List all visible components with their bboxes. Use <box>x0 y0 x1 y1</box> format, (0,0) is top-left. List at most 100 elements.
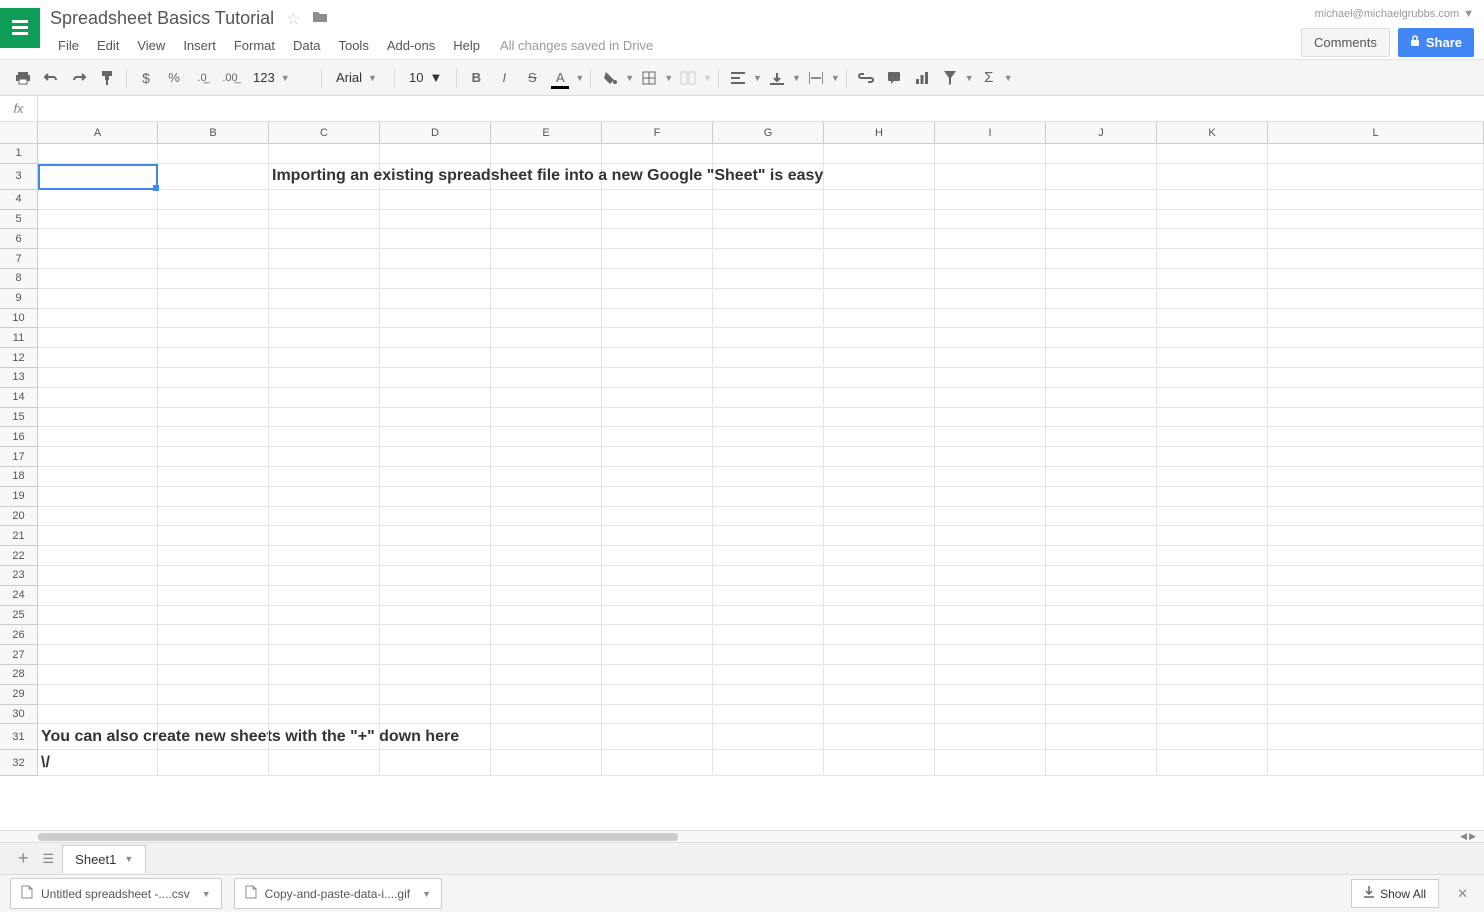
font-family-dropdown[interactable]: Arial▼ <box>328 70 388 85</box>
show-all-downloads-button[interactable]: Show All <box>1351 879 1439 908</box>
cell[interactable] <box>935 328 1046 348</box>
cell[interactable] <box>380 289 491 309</box>
cell[interactable] <box>491 724 602 750</box>
cell[interactable] <box>491 526 602 546</box>
cell[interactable] <box>491 566 602 586</box>
cell[interactable] <box>158 685 269 705</box>
text-wrap-icon[interactable] <box>803 65 829 91</box>
cell[interactable] <box>158 507 269 527</box>
cell[interactable] <box>1046 427 1157 447</box>
cell[interactable] <box>38 269 158 289</box>
col-header-C[interactable]: C <box>269 122 380 143</box>
cell[interactable] <box>491 665 602 685</box>
cell[interactable] <box>38 487 158 507</box>
cell[interactable] <box>824 388 935 408</box>
row-header[interactable]: 11 <box>0 328 38 348</box>
cell[interactable] <box>158 625 269 645</box>
col-header-L[interactable]: L <box>1268 122 1484 143</box>
cell[interactable] <box>1157 750 1268 776</box>
sheets-logo-icon[interactable] <box>0 8 40 48</box>
row-header[interactable]: 18 <box>0 467 38 487</box>
cell[interactable] <box>602 507 713 527</box>
vertical-align-icon[interactable] <box>764 65 790 91</box>
cell[interactable] <box>491 368 602 388</box>
cell[interactable] <box>824 507 935 527</box>
cell[interactable] <box>1157 467 1268 487</box>
cell[interactable] <box>713 408 824 428</box>
cell[interactable] <box>158 546 269 566</box>
font-size-dropdown[interactable]: 10▼ <box>401 70 450 85</box>
cell[interactable] <box>38 408 158 428</box>
cell[interactable] <box>269 427 380 447</box>
strikethrough-icon[interactable]: S <box>519 65 545 91</box>
cell[interactable] <box>602 645 713 665</box>
cell[interactable] <box>1157 685 1268 705</box>
cell[interactable] <box>380 546 491 566</box>
merge-cells-icon[interactable] <box>675 65 701 91</box>
scroll-right-icon[interactable]: ▶ <box>1469 831 1476 842</box>
cell[interactable] <box>269 724 380 750</box>
cell[interactable] <box>824 526 935 546</box>
cell[interactable] <box>935 427 1046 447</box>
cell[interactable] <box>1157 625 1268 645</box>
cell[interactable] <box>158 368 269 388</box>
row-header[interactable]: 10 <box>0 309 38 329</box>
cell[interactable] <box>935 447 1046 467</box>
row-header[interactable]: 30 <box>0 705 38 725</box>
undo-icon[interactable] <box>38 65 64 91</box>
cell[interactable] <box>38 328 158 348</box>
cell[interactable] <box>824 625 935 645</box>
cell[interactable] <box>1268 164 1484 190</box>
cell[interactable] <box>380 309 491 329</box>
row-header[interactable]: 20 <box>0 507 38 527</box>
cell[interactable] <box>1046 487 1157 507</box>
cell[interactable] <box>1157 289 1268 309</box>
cell[interactable] <box>824 645 935 665</box>
row-header[interactable]: 26 <box>0 625 38 645</box>
cell[interactable] <box>1157 487 1268 507</box>
cell[interactable] <box>824 249 935 269</box>
download-item[interactable]: Copy-and-paste-data-i....gif ▼ <box>234 878 442 909</box>
cell[interactable] <box>1046 229 1157 249</box>
sheet-tab[interactable]: Sheet1 ▼ <box>62 845 146 873</box>
cell[interactable] <box>935 388 1046 408</box>
cell[interactable] <box>380 487 491 507</box>
cell[interactable] <box>935 348 1046 368</box>
cell[interactable] <box>935 309 1046 329</box>
cell[interactable] <box>38 645 158 665</box>
cell[interactable] <box>1157 348 1268 368</box>
cell[interactable] <box>38 625 158 645</box>
cell[interactable] <box>713 269 824 289</box>
chevron-down-icon[interactable]: ▼ <box>1004 73 1013 83</box>
cell[interactable] <box>602 724 713 750</box>
cell[interactable] <box>824 606 935 626</box>
row-header[interactable]: 32 <box>0 750 38 776</box>
cell[interactable] <box>1157 164 1268 190</box>
comments-button[interactable]: Comments <box>1301 28 1390 57</box>
cell[interactable] <box>1268 144 1484 164</box>
select-all-corner[interactable] <box>0 122 38 143</box>
cell[interactable] <box>602 408 713 428</box>
cell[interactable] <box>1157 566 1268 586</box>
row-header[interactable]: 29 <box>0 685 38 705</box>
cell[interactable] <box>380 408 491 428</box>
cell[interactable] <box>1268 427 1484 447</box>
cell[interactable] <box>824 724 935 750</box>
cell[interactable] <box>269 144 380 164</box>
cell[interactable] <box>1157 507 1268 527</box>
cell[interactable] <box>158 348 269 368</box>
cell[interactable] <box>1268 685 1484 705</box>
chevron-down-icon[interactable]: ▼ <box>831 73 840 83</box>
cell[interactable] <box>380 566 491 586</box>
functions-icon[interactable]: Σ <box>976 65 1002 91</box>
cell[interactable] <box>1157 546 1268 566</box>
cell[interactable] <box>269 368 380 388</box>
cell[interactable] <box>38 190 158 210</box>
cell[interactable] <box>269 348 380 368</box>
cell[interactable] <box>1157 447 1268 467</box>
cell[interactable] <box>38 210 158 230</box>
cell[interactable] <box>935 665 1046 685</box>
cell[interactable] <box>269 408 380 428</box>
cell[interactable] <box>158 487 269 507</box>
cell[interactable] <box>1268 249 1484 269</box>
